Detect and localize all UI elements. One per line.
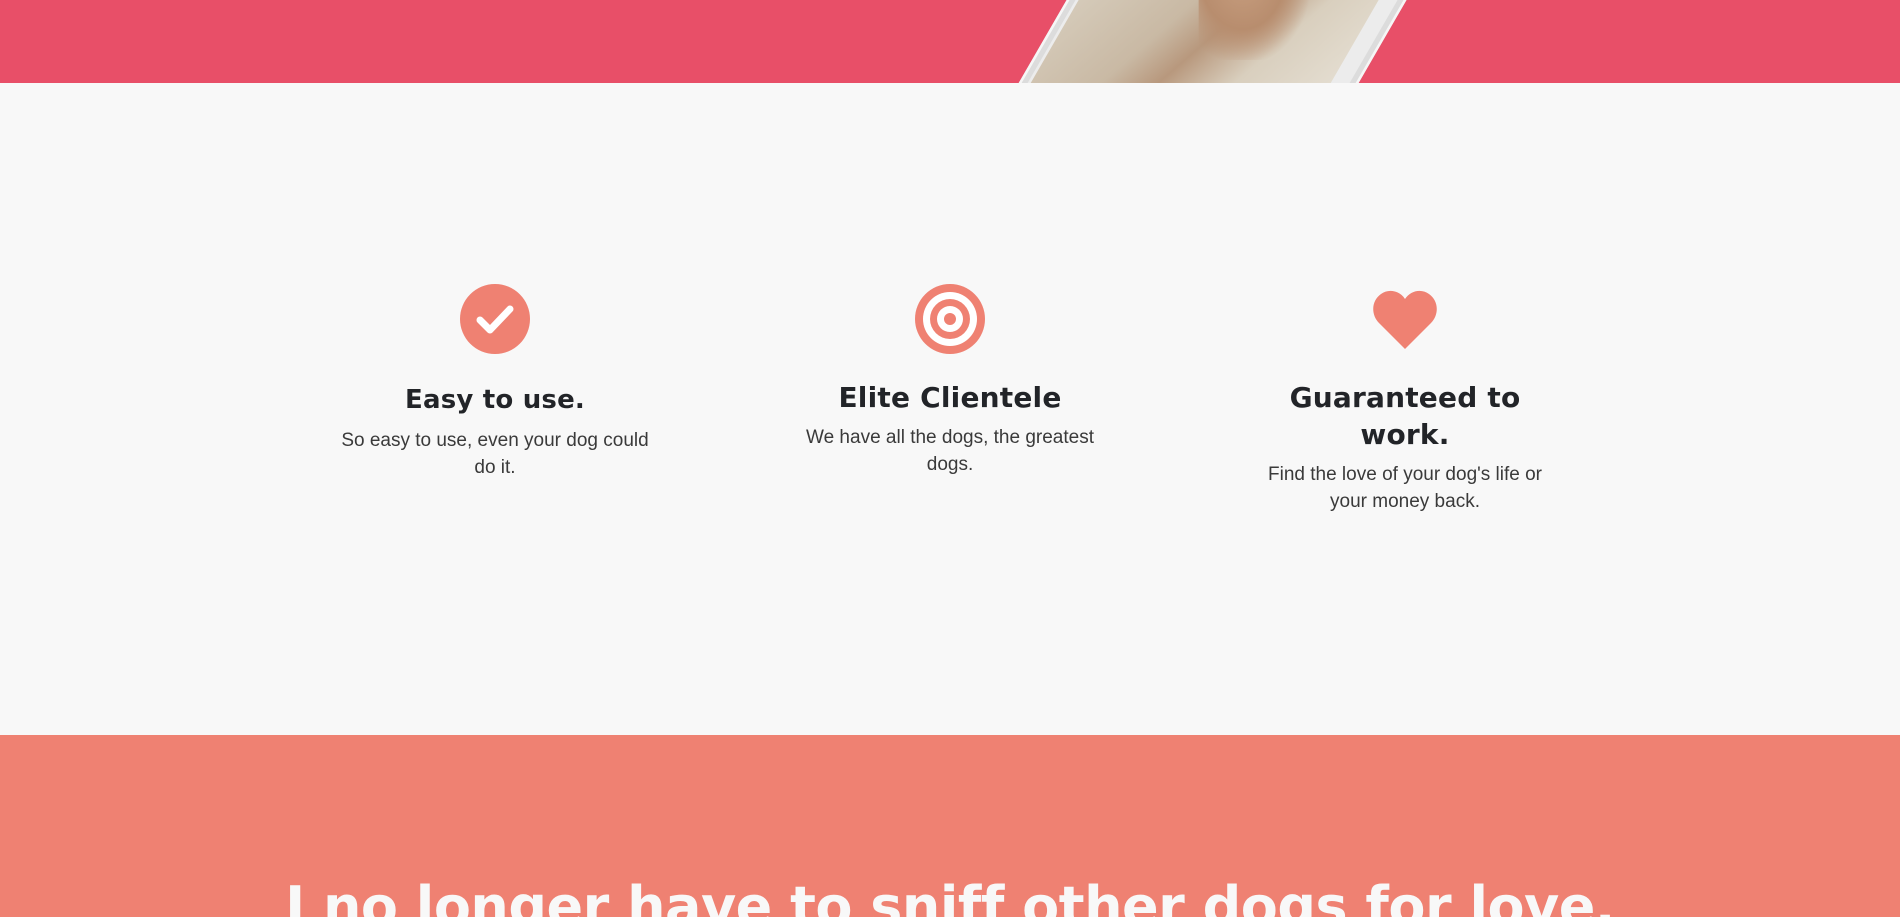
feature-guaranteed: Guaranteed to work. Find the love of you… bbox=[1245, 283, 1565, 515]
hero-section bbox=[0, 0, 1900, 83]
feature-easy-to-use: Easy to use. So easy to use, even your d… bbox=[335, 283, 655, 481]
feature-title: Elite Clientele bbox=[838, 381, 1062, 414]
features-section: Easy to use. So easy to use, even your d… bbox=[0, 83, 1900, 735]
landing-page: Easy to use. So easy to use, even your d… bbox=[0, 0, 1900, 917]
bullseye-icon bbox=[915, 284, 985, 354]
feature-title: Easy to use. bbox=[404, 385, 586, 415]
feature-description: Find the love of your dog's life or your… bbox=[1268, 464, 1542, 512]
feature-title: Guaranteed to work. bbox=[1289, 381, 1521, 451]
dog-photo bbox=[1198, 0, 1309, 60]
check-circle-icon bbox=[460, 284, 530, 354]
feature-description: So easy to use, even your dog could do i… bbox=[341, 430, 649, 478]
testimonial-quote: I no longer have to sniff other dogs for… bbox=[285, 875, 1615, 917]
testimonial-section: I no longer have to sniff other dogs for… bbox=[0, 735, 1900, 917]
feature-description: We have all the dogs, the greatest dogs. bbox=[806, 427, 1094, 475]
heart-icon bbox=[1373, 290, 1437, 349]
feature-elite-clientele: Elite Clientele We have all the dogs, th… bbox=[790, 283, 1110, 478]
